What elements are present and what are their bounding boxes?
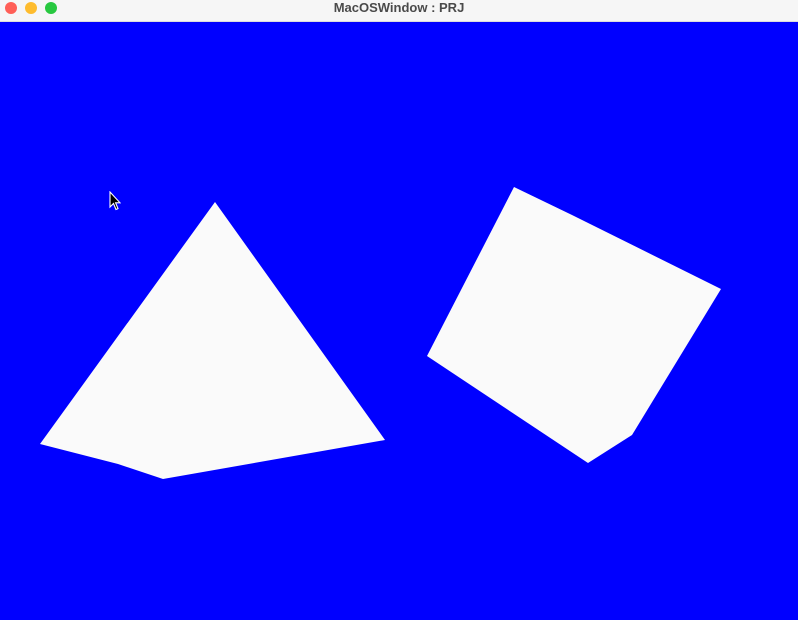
app-window: MacOSWindow : PRJ bbox=[0, 0, 798, 620]
window-title: MacOSWindow : PRJ bbox=[333, 0, 465, 15]
pyramid-shape bbox=[40, 202, 385, 479]
arrow-cursor-icon bbox=[109, 191, 121, 211]
scene-canvas[interactable] bbox=[0, 22, 798, 620]
cube-shape bbox=[427, 187, 721, 463]
render-viewport[interactable] bbox=[0, 22, 798, 620]
title-bar[interactable]: MacOSWindow : PRJ bbox=[0, 0, 798, 22]
